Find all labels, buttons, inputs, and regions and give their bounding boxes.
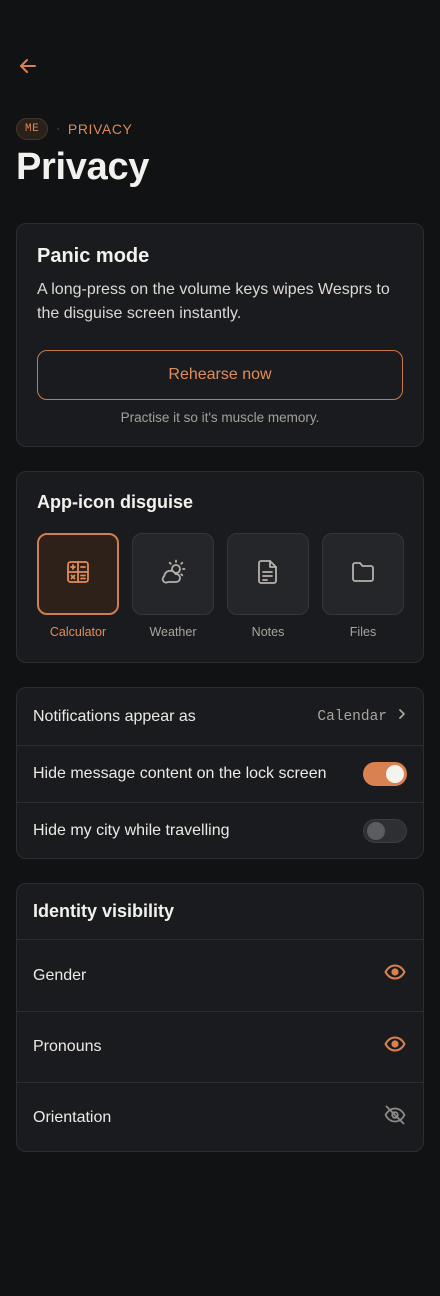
hide-city-label: Hide my city while travelling [33, 822, 230, 839]
eye-icon[interactable] [383, 960, 407, 984]
page-title: Privacy [16, 146, 150, 188]
disguise-option-label: Notes [251, 625, 285, 639]
disguise-tile [322, 533, 404, 615]
app-icon-disguise-title: App-icon disguise [37, 492, 194, 512]
toggle-knob [367, 822, 385, 840]
notifications-appear-as-row[interactable]: Notifications appear as Calendar [17, 688, 423, 745]
notifications-value: Calendar [317, 708, 387, 725]
disguise-tile [227, 533, 309, 615]
identity-visibility-card: Identity visibility Gender Pronouns Orie… [16, 883, 424, 1152]
panic-mode-card: Panic mode A long-press on the volume ke… [16, 223, 424, 447]
identity-label: Orientation [33, 1109, 112, 1126]
notes-icon [256, 559, 280, 590]
breadcrumb: ME · PRIVACY [16, 118, 133, 140]
notifications-label: Notifications appear as [33, 707, 196, 725]
disguise-options: Calculator Weather Notes Files [37, 533, 404, 639]
disguise-option-files[interactable]: Files [322, 533, 404, 639]
rehearse-now-button[interactable]: Rehearse now [37, 350, 403, 400]
panic-mode-description: A long-press on the volume keys wipes We… [37, 281, 390, 322]
hide-message-content-toggle[interactable] [363, 762, 407, 786]
identity-label: Pronouns [33, 1038, 102, 1055]
hide-message-content-label: Hide message content on the lock screen [33, 765, 327, 782]
disguise-option-label: Weather [149, 625, 197, 639]
identity-row-gender: Gender [17, 940, 423, 1011]
disguise-option-notes[interactable]: Notes [227, 533, 309, 639]
hide-message-content-row: Hide message content on the lock screen [17, 745, 423, 802]
identity-visibility-header: Identity visibility [17, 884, 423, 940]
disguise-tile [37, 533, 119, 615]
disguise-option-label: Calculator [49, 625, 107, 639]
privacy-screen: ME · PRIVACY Privacy Panic mode A long-p… [0, 0, 440, 1296]
hide-city-row: Hide my city while travelling [17, 802, 423, 859]
breadcrumb-separator: · [56, 123, 60, 135]
arrow-left-icon [18, 56, 38, 81]
privacy-settings-card: Notifications appear as Calendar Hide me… [16, 687, 424, 859]
app-icon-disguise-card: App-icon disguise Calculator Weather Not… [16, 471, 424, 663]
hide-city-toggle[interactable] [363, 819, 407, 843]
weather-icon [159, 558, 187, 591]
disguise-option-label: Files [349, 625, 377, 639]
identity-row-orientation: Orientation [17, 1082, 423, 1153]
panic-mode-title: Panic mode [37, 245, 150, 267]
me-badge[interactable]: ME [16, 118, 49, 140]
identity-label: Gender [33, 966, 87, 984]
eye-off-icon[interactable] [383, 1103, 407, 1127]
identity-visibility-title: Identity visibility [33, 901, 175, 921]
folder-icon [350, 560, 376, 589]
identity-row-pronouns: Pronouns [17, 1011, 423, 1082]
notifications-value-group: Calendar [317, 708, 407, 725]
eye-icon[interactable] [383, 1032, 407, 1056]
calculator-icon [65, 559, 91, 590]
disguise-tile [132, 533, 214, 615]
toggle-knob [386, 765, 404, 783]
back-button[interactable] [12, 52, 44, 84]
breadcrumb-current: PRIVACY [67, 121, 133, 137]
disguise-option-weather[interactable]: Weather [132, 533, 214, 639]
disguise-option-calculator[interactable]: Calculator [37, 533, 119, 639]
panic-mode-hint: Practise it so it's muscle memory. [120, 410, 320, 425]
chevron-right-icon [397, 708, 407, 725]
